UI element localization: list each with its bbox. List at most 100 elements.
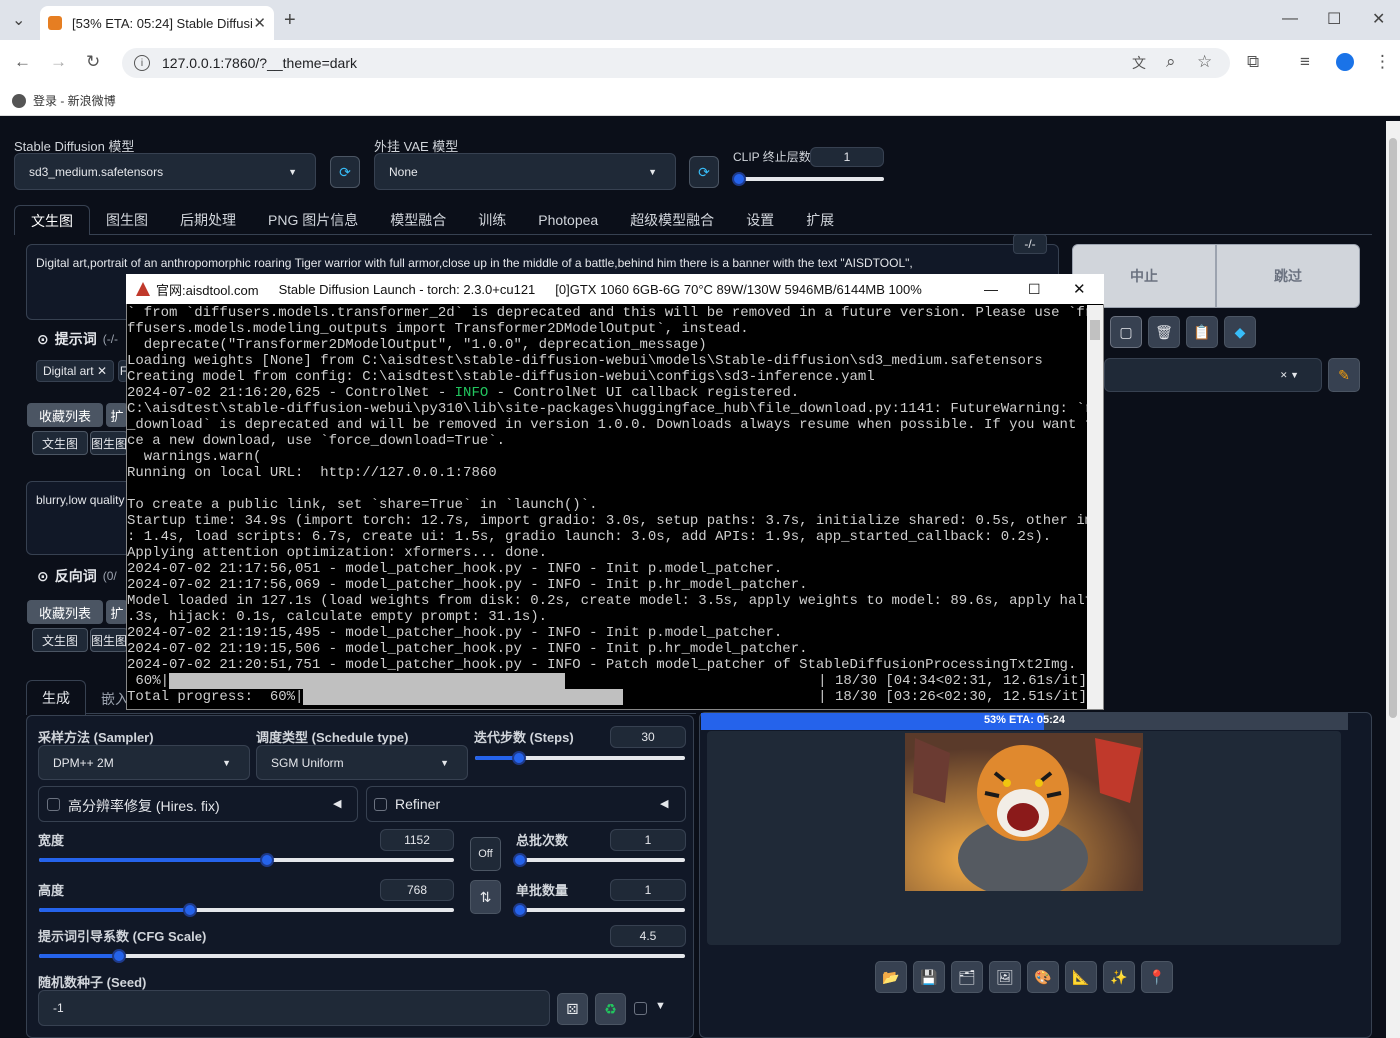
console-titlebar[interactable]: 官网:aisdtool.com Stable Diffusion Launch … — [126, 274, 1104, 304]
prompt-subtab-txt2img[interactable]: 文生图 — [32, 431, 88, 455]
tab-0[interactable]: 文生图 — [14, 205, 90, 235]
tab-generate[interactable]: 生成 — [26, 680, 86, 715]
batch-count-slider[interactable] — [513, 853, 685, 867]
forward-icon[interactable]: → — [50, 52, 67, 72]
close-window-icon[interactable]: ✕ — [1372, 9, 1385, 29]
batch-count-number[interactable]: 1 — [610, 829, 686, 851]
profile-avatar[interactable] — [1336, 53, 1354, 71]
translate-icon[interactable]: 文 — [1132, 53, 1146, 73]
tab-3[interactable]: PNG 图片信息 — [252, 205, 374, 235]
refresh-vae-button[interactable]: ⟳ — [689, 156, 719, 188]
collapse-icon[interactable]: ◀ — [660, 797, 668, 810]
steps-number[interactable]: 30 — [610, 726, 686, 748]
negative-subtab-txt2img[interactable]: 文生图 — [32, 628, 88, 652]
steps-slider[interactable] — [475, 751, 685, 765]
minimize-icon[interactable]: — — [984, 281, 998, 297]
send-to-img2img-button[interactable]: 🖼 — [989, 961, 1021, 993]
bookmark-star-icon[interactable]: ☆ — [1197, 52, 1212, 72]
refresh-model-button[interactable]: ⟳ — [330, 156, 360, 188]
send-to-inpaint-button[interactable]: 🎨 — [1027, 961, 1059, 993]
height-number[interactable]: 768 — [380, 879, 454, 901]
tab-8[interactable]: 设置 — [730, 205, 790, 235]
style-button[interactable]: ◆ — [1224, 316, 1256, 348]
schedule-dropdown[interactable]: SGM Uniform ▼ — [256, 745, 468, 780]
tab-6[interactable]: Photopea — [522, 205, 614, 235]
cfg-slider[interactable] — [39, 949, 685, 963]
console-scroll-thumb[interactable] — [1090, 320, 1100, 340]
trash-button[interactable]: 🗑 — [1148, 316, 1180, 348]
preview-image[interactable] — [905, 733, 1143, 891]
tab-9[interactable]: 扩展 — [790, 205, 850, 235]
reload-icon[interactable]: ↻ — [86, 52, 100, 72]
extensions-icon[interactable]: ⧉ — [1247, 52, 1259, 72]
swap-dimensions-button[interactable]: ⇅ — [470, 880, 501, 914]
batch-size-slider[interactable] — [513, 903, 685, 917]
maximize-icon[interactable]: ☐ — [1327, 9, 1341, 29]
batch-size-number[interactable]: 1 — [610, 879, 686, 901]
seed-input[interactable]: -1 — [38, 990, 550, 1026]
maximize-icon[interactable]: ☐ — [1028, 281, 1041, 298]
height-slider[interactable] — [39, 903, 454, 917]
tab-embeddings[interactable]: 嵌入 — [101, 689, 129, 709]
collapse-icon[interactable]: ◀ — [333, 797, 341, 810]
width-number[interactable]: 1152 — [380, 829, 454, 851]
chip-remove-icon[interactable]: ✕ — [97, 364, 107, 378]
close-icon[interactable]: ✕ — [1073, 280, 1086, 298]
reuse-seed-button[interactable]: ♻ — [595, 993, 626, 1025]
save-button[interactable]: 💾 — [913, 961, 945, 993]
minimize-icon[interactable]: — — [1282, 10, 1298, 28]
skip-button[interactable]: 跳过 — [1216, 244, 1360, 308]
hires-checkbox[interactable] — [47, 798, 60, 811]
bookmark-item[interactable]: 登录 - 新浪微博 — [33, 92, 116, 109]
prompt-toggle-button[interactable]: -/- — [1013, 234, 1047, 254]
vae-dropdown[interactable]: None ▼ — [374, 153, 676, 190]
extra-seed-checkbox[interactable] — [634, 1002, 647, 1015]
sparkle-button[interactable]: ✨ — [1103, 961, 1135, 993]
browser-tab[interactable]: [53% ETA: 05:24] Stable Diffusion ✕ — [40, 6, 274, 40]
menu-icon[interactable]: ⋮ — [1374, 52, 1391, 72]
clear-prompt-button[interactable]: ▢ — [1110, 316, 1142, 348]
clip-slider[interactable] — [732, 172, 884, 186]
edit-style-button[interactable]: ✎ — [1328, 358, 1360, 392]
back-icon[interactable]: ← — [14, 52, 31, 72]
tab-search-icon[interactable]: ⌄ — [12, 10, 25, 30]
pin-button[interactable]: 📍 — [1141, 961, 1173, 993]
extra-seed-toggle[interactable]: ▼ — [655, 1000, 666, 1012]
tab-5[interactable]: 训练 — [462, 205, 522, 235]
model-dropdown[interactable]: sd3_medium.safetensors ▼ — [14, 153, 316, 190]
width-slider[interactable] — [39, 853, 454, 867]
prompt-chip[interactable]: Digital art ✕ — [36, 360, 114, 382]
auto-size-button[interactable]: Off — [470, 837, 501, 871]
negative-subtab-img2img[interactable]: 图生图 — [90, 628, 128, 652]
zoom-icon[interactable]: ⌕ — [1166, 52, 1176, 72]
clip-number[interactable]: 1 — [810, 147, 884, 167]
random-seed-button[interactable]: ⚄ — [557, 993, 588, 1025]
prompt-section-header[interactable]: ⊙ 提示词 (-/- — [37, 329, 118, 349]
tab-4[interactable]: 模型融合 — [374, 205, 462, 235]
zip-button[interactable]: 🗂 — [951, 961, 983, 993]
new-tab-button[interactable]: + — [284, 9, 296, 32]
sampler-dropdown[interactable]: DPM++ 2M ▼ — [38, 745, 250, 780]
close-tab-icon[interactable]: ✕ — [253, 14, 266, 32]
tab-2[interactable]: 后期处理 — [164, 205, 252, 235]
prompt-extend-button[interactable]: 扩 — [106, 403, 128, 427]
prompt-favorites-button[interactable]: 收藏列表 — [27, 403, 103, 427]
refiner-checkbox[interactable] — [374, 798, 387, 811]
open-folder-button[interactable]: 📂 — [875, 961, 907, 993]
styles-dropdown[interactable]: ✕ ▼ — [1104, 358, 1322, 392]
clipboard-button[interactable]: 📋 — [1186, 316, 1218, 348]
scrollbar-thumb[interactable] — [1389, 138, 1397, 718]
media-icon[interactable]: ≡ — [1300, 52, 1310, 72]
console-scrollbar[interactable] — [1087, 305, 1103, 709]
console-line: 2024-07-02 21:20:51,751 - model_patcher_… — [127, 657, 1077, 673]
tab-1[interactable]: 图生图 — [90, 205, 164, 235]
tab-7[interactable]: 超级模型融合 — [614, 205, 730, 235]
site-info-icon[interactable]: i — [134, 55, 150, 71]
negative-favorites-button[interactable]: 收藏列表 — [27, 600, 103, 624]
cfg-number[interactable]: 4.5 — [610, 925, 686, 947]
send-to-extras-button[interactable]: 📐 — [1065, 961, 1097, 993]
address-bar[interactable]: i 127.0.0.1:7860/?__theme=dark — [122, 48, 1230, 78]
negative-extend-button[interactable]: 扩 — [106, 600, 128, 624]
prompt-subtab-img2img[interactable]: 图生图 — [90, 431, 128, 455]
negative-section-header[interactable]: ⊙ 反向词 (0/ — [37, 566, 117, 586]
